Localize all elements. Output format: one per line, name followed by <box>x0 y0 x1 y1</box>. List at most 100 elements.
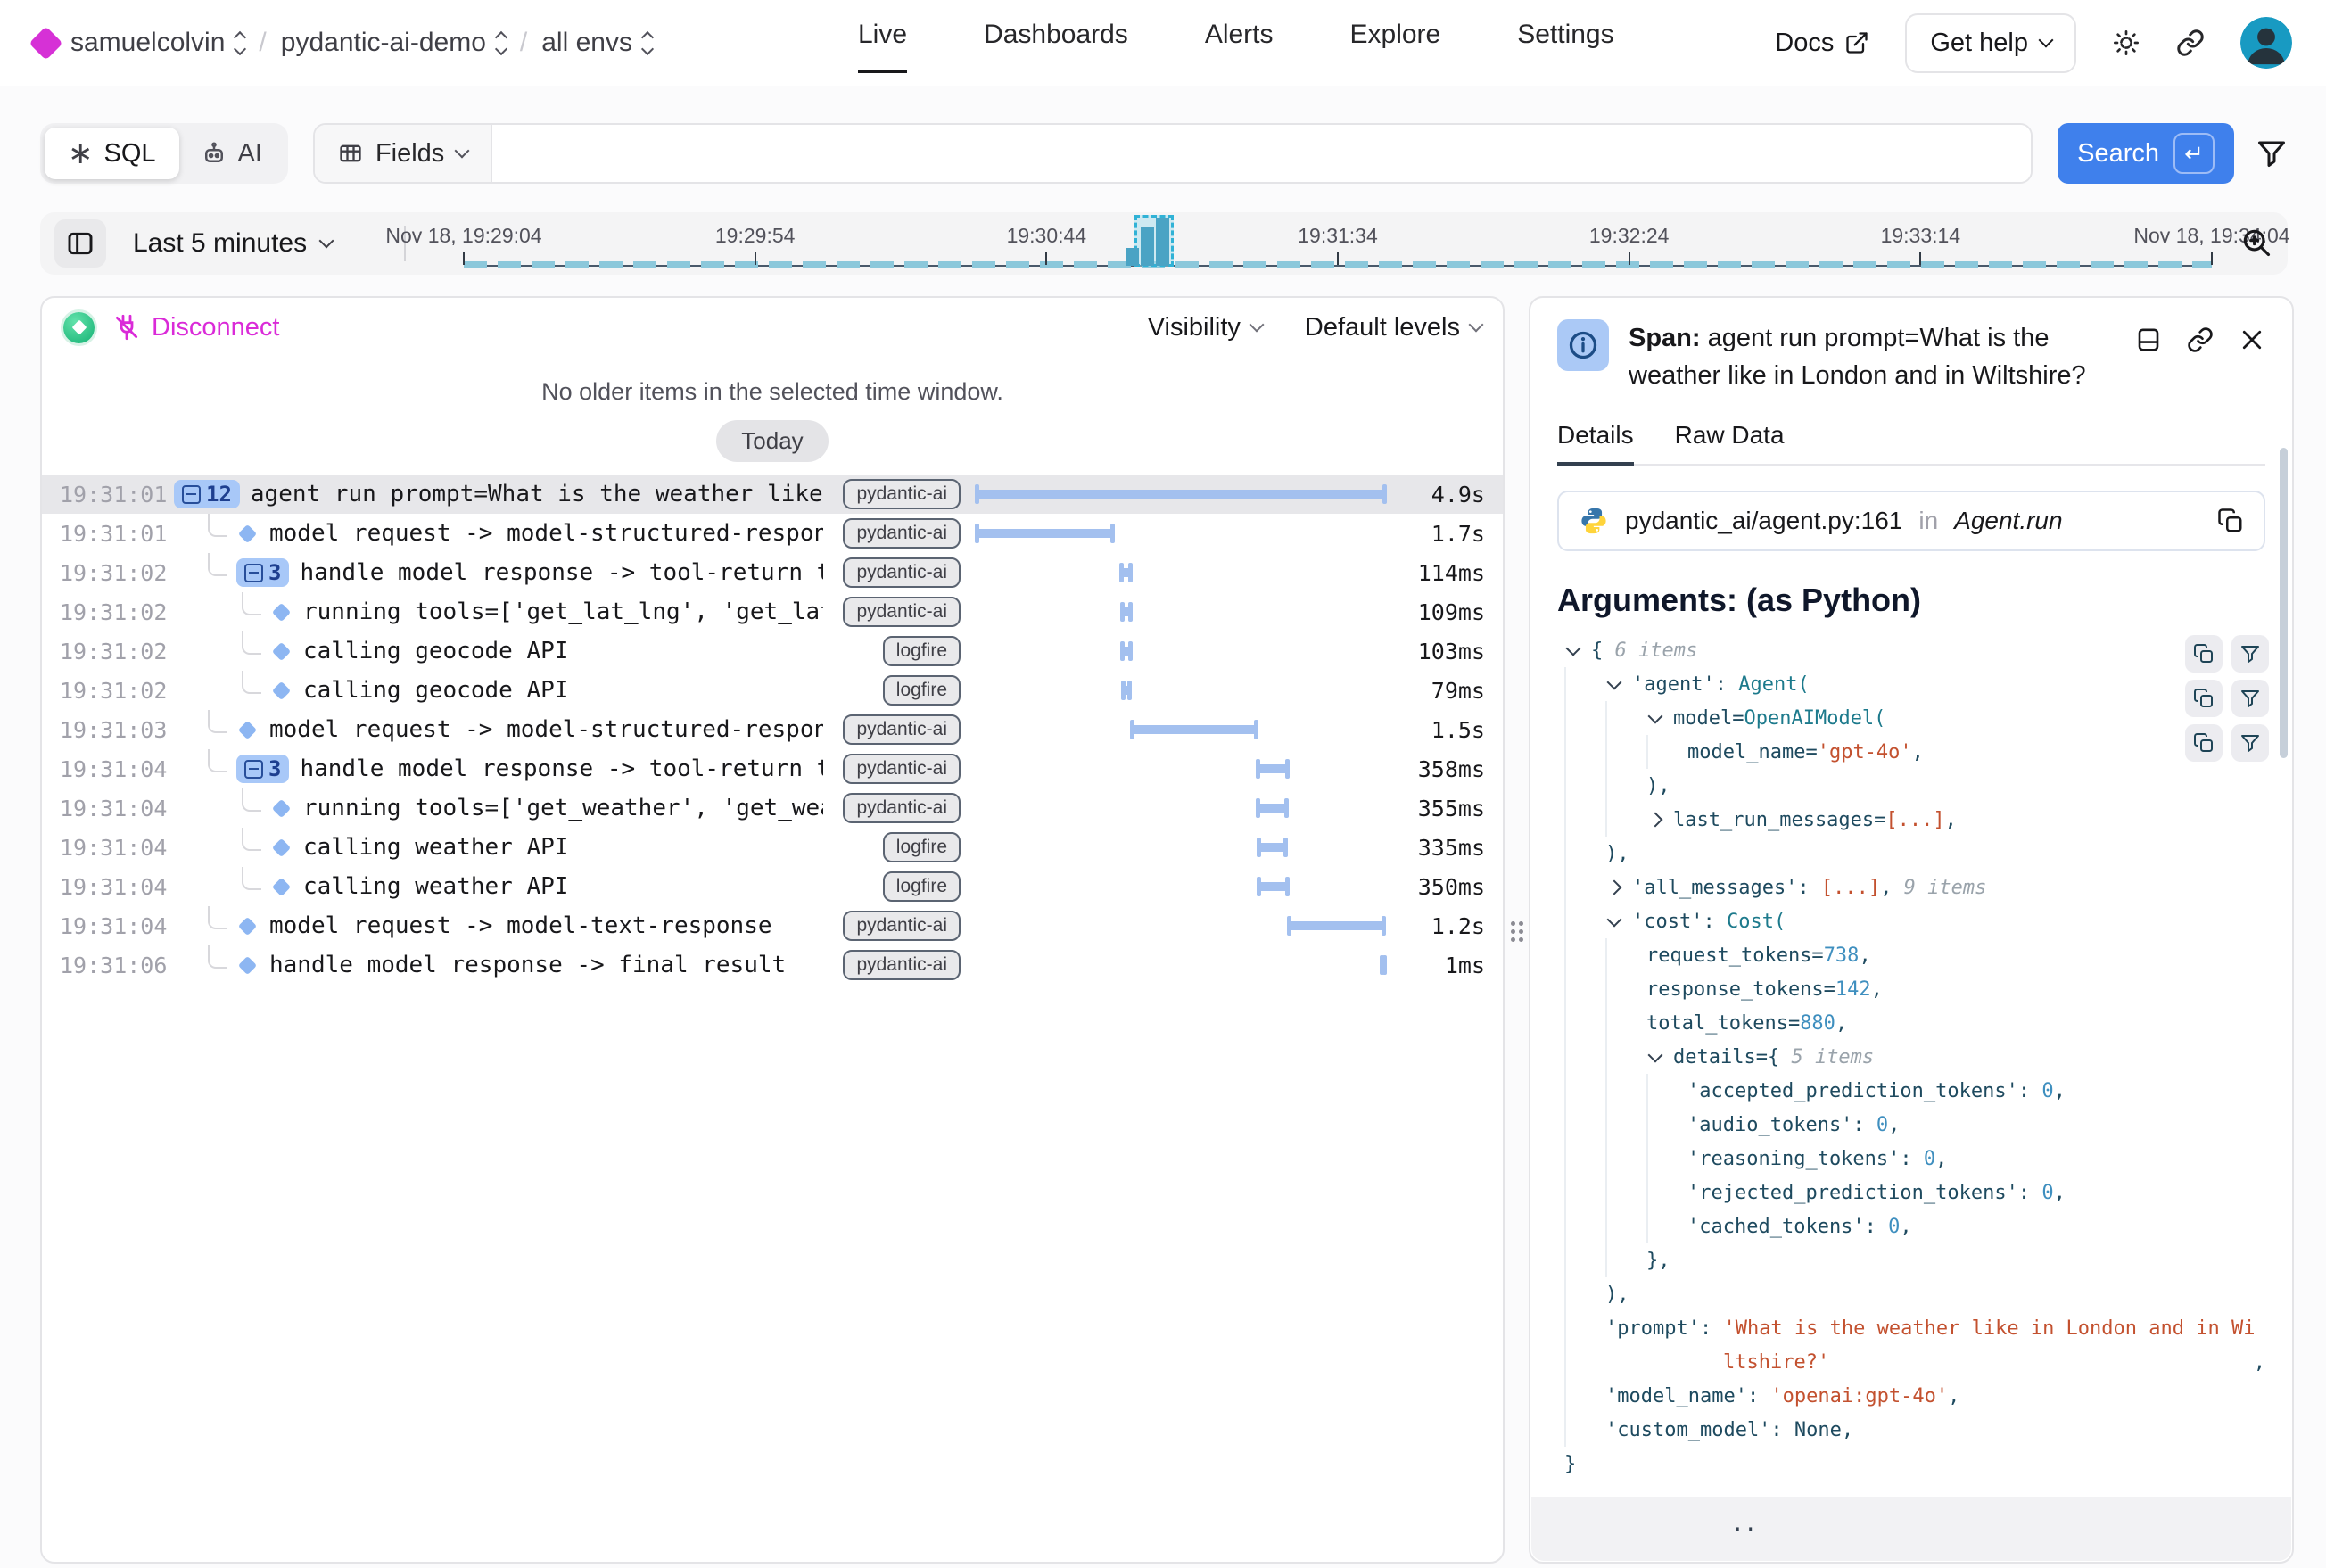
collapse-caret-icon[interactable] <box>1607 675 1622 690</box>
code-token-plain: ), <box>1605 1283 1629 1306</box>
user-avatar[interactable] <box>2240 17 2292 69</box>
nav-tab-live[interactable]: Live <box>858 0 907 73</box>
visibility-dropdown[interactable]: Visibility <box>1148 313 1262 342</box>
filter-funnel-icon[interactable] <box>2231 680 2269 717</box>
trace-row[interactable]: 19:31:06handle model response -> final r… <box>42 945 1503 985</box>
fields-dropdown-button[interactable]: Fields <box>315 125 492 182</box>
breadcrumb-item-samuelcolvin[interactable]: samuelcolvin <box>70 28 244 58</box>
trace-row[interactable]: 19:31:02calling geocode APIlogfire103ms <box>42 631 1503 671</box>
breadcrumb-item-all envs[interactable]: all envs <box>541 28 652 58</box>
code-token-str: 'gpt-4o' <box>1818 741 1912 763</box>
trace-rows: 19:31:0112agent run prompt=What is the w… <box>42 475 1503 985</box>
trace-row[interactable]: 19:31:02running tools=['get_lat_lng', 'g… <box>42 592 1503 631</box>
trace-row[interactable]: 19:31:023handle model response -> tool-r… <box>42 553 1503 592</box>
disconnect-button[interactable]: Disconnect <box>112 313 279 342</box>
axis-tick <box>1337 252 1339 265</box>
trace-panel: Disconnect Visibility Default levels No … <box>40 296 1505 1564</box>
trace-row[interactable]: 19:31:04running tools=['get_weather', 'g… <box>42 788 1503 828</box>
trace-row[interactable]: 19:31:043handle model response -> tool-r… <box>42 749 1503 788</box>
collapse-caret-icon[interactable] <box>1607 912 1622 928</box>
get-help-button[interactable]: Get help <box>1905 13 2076 73</box>
copy-icon[interactable] <box>2217 508 2244 534</box>
collapse-caret-icon[interactable] <box>1566 641 1581 656</box>
sql-mode-button[interactable]: ∗ SQL <box>45 128 179 179</box>
trace-row[interactable]: 19:31:04model request -> model-text-resp… <box>42 906 1503 945</box>
indent-guide <box>1605 1074 1646 1108</box>
trace-row[interactable]: 19:31:0112agent run prompt=What is the w… <box>42 475 1503 514</box>
get-help-label: Get help <box>1930 29 2028 58</box>
trace-row[interactable]: 19:31:03model request -> model-structure… <box>42 710 1503 749</box>
sort-selector-icon <box>235 33 244 54</box>
dock-panel-icon[interactable] <box>2135 326 2162 353</box>
docs-link[interactable]: Docs <box>1775 29 1869 58</box>
default-levels-dropdown[interactable]: Default levels <box>1305 313 1481 342</box>
indent-guide <box>1564 972 1605 1006</box>
tree-connector <box>208 710 227 733</box>
trace-row[interactable]: 19:31:01model request -> model-structure… <box>42 514 1503 553</box>
share-link-icon[interactable] <box>2176 29 2205 57</box>
sidebar-toggle-button[interactable] <box>54 219 106 268</box>
code-line: 'rejected_prediction_tokens': 0, <box>1564 1176 2265 1209</box>
trace-row[interactable]: 19:31:04calling weather APIlogfire335ms <box>42 828 1503 867</box>
axis-tick-label: Nov 18, 19:29:04 <box>385 224 541 248</box>
trace-row-duration: 103ms <box>1385 639 1485 664</box>
panel-splitter-handle[interactable] <box>1508 915 1526 947</box>
ai-mode-button[interactable]: AI <box>179 128 284 179</box>
indent-guide <box>1564 735 1605 769</box>
trace-row[interactable]: 19:31:02calling geocode APIlogfire79ms <box>42 671 1503 710</box>
code-line: details={ 5 items <box>1564 1040 2265 1074</box>
duration-bar <box>977 490 1385 499</box>
code-line: 'custom_model': None, <box>1564 1413 2265 1447</box>
copy-icon[interactable] <box>2185 680 2223 717</box>
nav-tab-dashboards[interactable]: Dashboards <box>984 0 1128 73</box>
zoom-in-icon[interactable] <box>2239 226 2273 260</box>
histogram-bar <box>1126 248 1139 266</box>
close-icon[interactable] <box>2239 326 2265 353</box>
trace-row-timestamp: 19:31:01 <box>60 482 174 508</box>
copy-icon[interactable] <box>2185 724 2223 762</box>
copy-icon[interactable] <box>2185 635 2223 673</box>
indent-guide <box>1646 1108 1687 1142</box>
collapse-caret-icon[interactable] <box>1648 709 1663 724</box>
duration-bar <box>1258 764 1287 773</box>
nav-tab-alerts[interactable]: Alerts <box>1205 0 1274 73</box>
tree-connector <box>242 671 261 694</box>
collapse-caret-icon[interactable] <box>1648 1048 1663 1063</box>
expand-caret-icon[interactable] <box>1607 880 1622 895</box>
query-input[interactable] <box>492 125 2031 182</box>
theme-toggle-sun-icon[interactable] <box>2112 29 2140 57</box>
filter-funnel-icon[interactable] <box>2231 635 2269 673</box>
trace-row-timestamp: 19:31:02 <box>60 678 174 704</box>
axis-tick <box>1919 252 1921 265</box>
tab-details[interactable]: Details <box>1557 421 1634 466</box>
axis-tick-label: 19:31:34 <box>1298 224 1378 248</box>
collapse-badge[interactable]: 12 <box>174 480 240 508</box>
collapse-badge[interactable]: 3 <box>236 558 289 587</box>
breadcrumb-separator: / <box>520 28 527 58</box>
breadcrumb-item-pydantic-ai-demo[interactable]: pydantic-ai-demo <box>281 28 506 58</box>
indent-guide <box>1605 1243 1646 1277</box>
trace-row-label: running tools=['get_lat_lng', 'get_lat_l… <box>303 598 823 625</box>
trace-row[interactable]: 19:31:04calling weather APIlogfire350ms <box>42 867 1503 906</box>
code-token-plain: , <box>1835 1012 1847 1035</box>
collapse-badge[interactable]: 3 <box>236 755 289 783</box>
indent-guide <box>1646 735 1687 769</box>
trace-row-tree: 3handle model response -> tool-return to… <box>174 553 823 592</box>
trace-row-duration: 79ms <box>1385 678 1485 704</box>
source-file[interactable]: pydantic_ai/agent.py:161 <box>1625 507 1902 535</box>
arguments-code: { 6 items'agent': Agent(model=OpenAIMode… <box>1564 633 2265 1481</box>
search-button[interactable]: Search ↵ <box>2058 123 2234 184</box>
tab-raw-data[interactable]: Raw Data <box>1675 421 1785 464</box>
breadcrumb-label: all envs <box>541 28 632 58</box>
filter-funnel-icon[interactable] <box>2256 137 2288 169</box>
nav-tab-explore[interactable]: Explore <box>1350 0 1441 73</box>
search-group: Fields <box>313 123 2033 184</box>
expand-caret-icon[interactable] <box>1648 813 1663 828</box>
trace-row-tree: running tools=['get_weather', 'get_weath… <box>174 788 823 828</box>
detail-scrollbar[interactable] <box>2280 448 2288 758</box>
more-indicator: .. <box>1731 1511 1757 1536</box>
permalink-icon[interactable] <box>2187 326 2214 353</box>
filter-funnel-icon[interactable] <box>2231 724 2269 762</box>
nav-tab-settings[interactable]: Settings <box>1517 0 1613 73</box>
time-range-dropdown[interactable]: Last 5 minutes <box>133 212 332 275</box>
